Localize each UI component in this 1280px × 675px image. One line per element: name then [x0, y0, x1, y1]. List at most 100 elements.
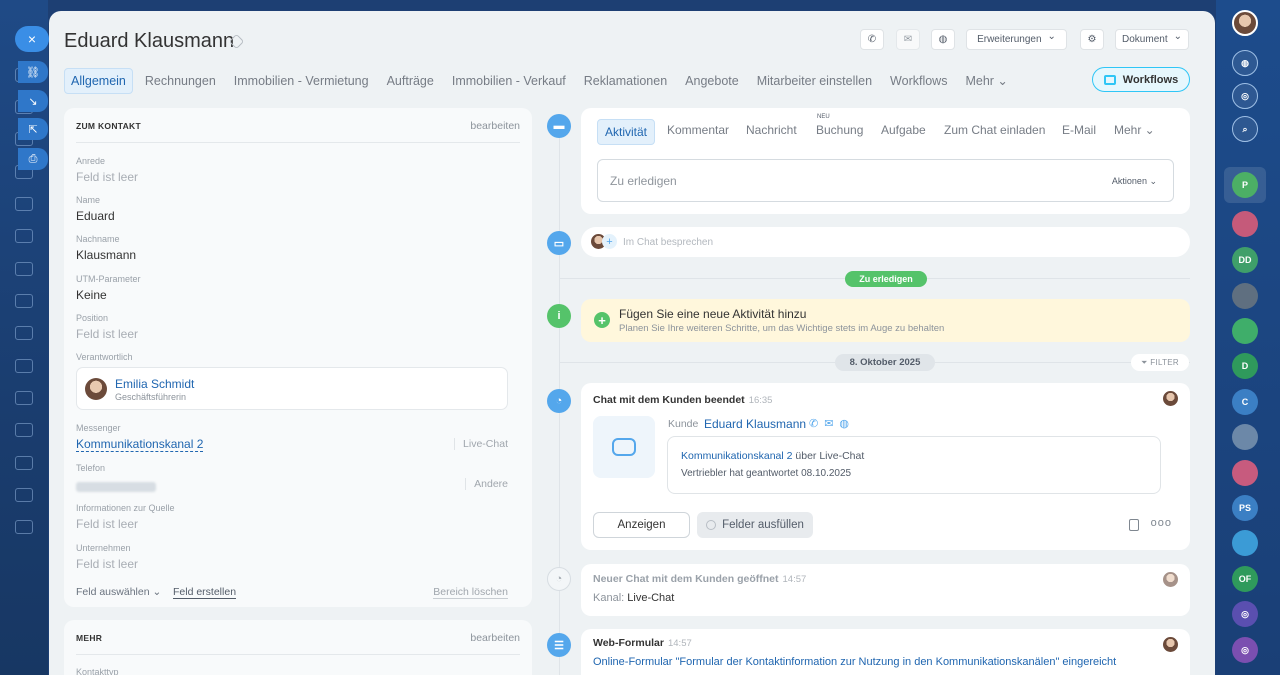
discuss-in-chat-bar[interactable]: + Im Chat besprechen: [581, 227, 1190, 257]
field-label: UTM-Parameter: [76, 274, 141, 284]
responsible-person[interactable]: Emilia Schmidt Geschäftsführerin: [76, 367, 508, 410]
show-button[interactable]: Anzeigen: [593, 512, 690, 538]
more-dots-button[interactable]: ooo: [1151, 517, 1172, 529]
tab-task[interactable]: Aufgabe: [881, 123, 926, 137]
edit-link[interactable]: bearbeiten: [470, 120, 520, 132]
tab-activity[interactable]: Aktivität: [597, 119, 656, 145]
delete-section-link[interactable]: Bereich löschen: [433, 586, 508, 599]
select-field-link[interactable]: Feld auswählen ⌄: [76, 586, 161, 598]
chat-avatar-dd[interactable]: DD: [1232, 247, 1258, 273]
tab-auftraege[interactable]: Aufträge: [387, 74, 434, 88]
chat-avatar-p[interactable]: P: [1232, 172, 1258, 198]
chat-avatar-c[interactable]: C: [1232, 389, 1258, 415]
tab-email[interactable]: E-Mail: [1062, 123, 1096, 137]
avatar: [85, 378, 107, 400]
copilot-icon[interactable]: ◎: [1232, 83, 1258, 109]
responsible-name[interactable]: Emilia Schmidt: [115, 377, 194, 391]
tab-booking[interactable]: Buchung: [816, 123, 863, 137]
drive-icon[interactable]: [15, 262, 33, 276]
channel-line: Kommunikationskanal 2 über Live-Chat: [681, 450, 865, 462]
tab-invite-chat[interactable]: Zum Chat einladen: [944, 123, 1045, 137]
calendar-icon[interactable]: [15, 229, 33, 243]
channel-link[interactable]: Kommunikationskanal 2: [681, 450, 792, 462]
user-avatar[interactable]: [1232, 10, 1258, 36]
settings-icon[interactable]: [15, 391, 33, 405]
messenger-value[interactable]: Kommunikationskanal 2: [76, 437, 204, 452]
extensions-dropdown[interactable]: Erweiterungen: [966, 29, 1067, 50]
note-icon[interactable]: [1129, 519, 1139, 531]
date-separator: 8. Oktober 2025: [835, 354, 935, 371]
chat-avatar-of[interactable]: OF: [1232, 566, 1258, 592]
check-icon[interactable]: [15, 326, 33, 340]
chat-search-icon[interactable]: ⌕: [1232, 116, 1258, 142]
timeline-item-chat-ended: Chat mit dem Kunden beendet 16:35 Kunde E…: [581, 383, 1190, 550]
position-value[interactable]: Feld ist leer: [76, 327, 138, 341]
list-icon[interactable]: [15, 488, 33, 502]
tab-workflows[interactable]: Workflows: [890, 74, 947, 88]
open-new-window-button[interactable]: ⇱: [18, 118, 48, 140]
chat-button[interactable]: ◍: [931, 29, 955, 50]
todo-input[interactable]: Zu erledigen Aktionen ⌄: [597, 159, 1174, 202]
utm-value[interactable]: Keine: [76, 288, 107, 302]
chat-avatar-red[interactable]: [1232, 211, 1258, 237]
edit-link[interactable]: bearbeiten: [470, 632, 520, 644]
notifications-icon[interactable]: ◍: [1232, 50, 1258, 76]
edit-icon[interactable]: [15, 423, 33, 437]
tab-allgemein[interactable]: Allgemein: [64, 67, 133, 94]
workflows-button[interactable]: Workflows: [1092, 67, 1190, 92]
minimize-button[interactable]: ↘: [18, 90, 48, 112]
create-field-link[interactable]: Feld erstellen: [173, 586, 237, 599]
chat-avatar-card[interactable]: [1232, 318, 1258, 344]
customer-name-link[interactable]: Eduard Klausmann: [704, 417, 806, 431]
tab-activity-more[interactable]: Mehr ⌄: [1114, 123, 1155, 137]
external-icon: ⇱: [28, 123, 38, 136]
avatar: [1163, 572, 1178, 587]
company-value[interactable]: Feld ist leer: [76, 557, 138, 571]
page-title: Eduard Klausmann: [64, 30, 235, 52]
filter-button[interactable]: ⏷ FILTER: [1131, 354, 1189, 371]
chat-icon[interactable]: [15, 197, 33, 211]
chat-avatar-copilot[interactable]: ◎: [1232, 601, 1258, 627]
chat-avatar-group[interactable]: [1232, 424, 1258, 450]
settings-button[interactable]: ⚙: [1080, 29, 1104, 50]
fill-fields-button[interactable]: Felder ausfüllen: [697, 512, 813, 538]
phone-value-blurred[interactable]: [76, 482, 156, 492]
tab-message[interactable]: Nachricht: [746, 123, 797, 137]
tab-reklamationen[interactable]: Reklamationen: [584, 74, 667, 88]
add-participant-icon[interactable]: +: [602, 234, 617, 249]
tab-more[interactable]: Mehr ⌄: [965, 73, 1007, 88]
salutation-value[interactable]: Feld ist leer: [76, 170, 138, 184]
call-button[interactable]: ✆: [860, 29, 884, 50]
email-button[interactable]: ✉: [896, 29, 920, 50]
print-button[interactable]: ⎙: [18, 148, 48, 170]
chat-avatar-bot[interactable]: [1232, 530, 1258, 556]
copy-link-button[interactable]: ⛓: [18, 61, 48, 83]
card-icon[interactable]: [15, 520, 33, 534]
sites-icon[interactable]: [15, 294, 33, 308]
chat-avatar-ps[interactable]: PS: [1232, 495, 1258, 521]
add-activity-tip[interactable]: + Fügen Sie eine neue Aktivität hinzu Pl…: [581, 299, 1190, 342]
customer-contact-icons[interactable]: ✆✉◍: [809, 417, 855, 430]
shop-icon[interactable]: [15, 456, 33, 470]
source-value[interactable]: Feld ist leer: [76, 517, 138, 531]
tab-angebote[interactable]: Angebote: [685, 74, 739, 88]
chat-avatar-copilot-2[interactable]: ◎: [1232, 637, 1258, 663]
chat-avatar-d[interactable]: D: [1232, 353, 1258, 379]
tab-immobilien-verkauf[interactable]: Immobilien - Verkauf: [452, 74, 566, 88]
tab-mitarbeiter-einstellen[interactable]: Mitarbeiter einstellen: [757, 74, 872, 88]
web-form-link[interactable]: Online-Formular "Formular der Kontaktinf…: [593, 656, 1116, 668]
field-label: Position: [76, 313, 109, 323]
tab-immobilien-vermietung[interactable]: Immobilien - Vermietung: [234, 74, 369, 88]
close-slider-button[interactable]: ×: [15, 26, 49, 52]
chat-avatar-calendar[interactable]: [1232, 460, 1258, 486]
document-dropdown[interactable]: Dokument: [1115, 29, 1189, 50]
mail-icon[interactable]: [15, 359, 33, 373]
contact-slider-panel: Eduard Klausmann ✆ ✉ ◍ Erweiterungen ⚙ D…: [49, 11, 1215, 675]
chat-avatar-photo[interactable]: [1232, 283, 1258, 309]
tab-comment[interactable]: Kommentar: [667, 123, 729, 137]
lastname-value[interactable]: Klausmann: [76, 248, 136, 262]
name-value[interactable]: Eduard: [76, 209, 115, 223]
tab-rechnungen[interactable]: Rechnungen: [145, 74, 216, 88]
avatar: [1163, 391, 1178, 406]
actions-dropdown[interactable]: Aktionen ⌄: [1112, 176, 1157, 187]
